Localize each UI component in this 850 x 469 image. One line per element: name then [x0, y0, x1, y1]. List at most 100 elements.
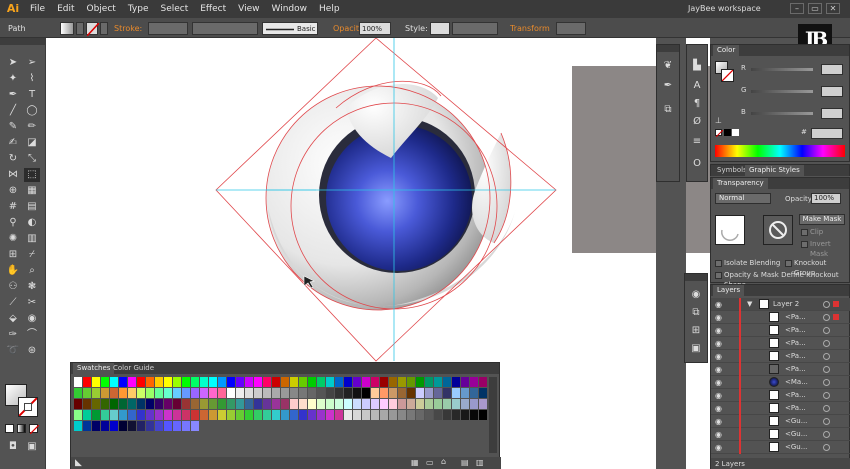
tools-panel-header[interactable]	[0, 38, 46, 45]
none-mode-button[interactable]	[29, 424, 39, 434]
invert-mask-checkbox[interactable]	[801, 241, 808, 248]
swatch[interactable]	[227, 377, 235, 387]
swatch[interactable]	[173, 377, 181, 387]
swatch[interactable]	[137, 410, 145, 420]
layer-row[interactable]: ◉ <Gu...	[711, 441, 850, 454]
swatch[interactable]	[218, 399, 226, 409]
appearance-panel-icon[interactable]: ▙	[690, 59, 704, 73]
swatch[interactable]	[146, 388, 154, 398]
color-group-icon[interactable]: ⌂	[441, 457, 446, 466]
swatch[interactable]	[254, 410, 262, 420]
puppet-tool-icon[interactable]: ⚇	[5, 280, 21, 294]
swatch[interactable]	[191, 399, 199, 409]
live-paint-tool-icon[interactable]: ⬙	[5, 312, 21, 326]
swatch[interactable]	[83, 421, 91, 431]
perspective-grid-tool-icon[interactable]: ▦	[24, 184, 40, 198]
swatch[interactable]	[83, 410, 91, 420]
hand-tool-icon[interactable]: ✋	[5, 264, 21, 278]
eye-icon[interactable]: ◉	[715, 378, 724, 387]
swatch[interactable]	[137, 377, 145, 387]
menu-help[interactable]: Help	[313, 0, 346, 18]
layer-row[interactable]: ◉ <Pa...	[711, 324, 850, 337]
swatch[interactable]	[380, 388, 388, 398]
swatch[interactable]	[155, 410, 163, 420]
swatch[interactable]	[308, 388, 316, 398]
swatch[interactable]	[479, 410, 487, 420]
swatch[interactable]	[191, 388, 199, 398]
swatch[interactable]	[236, 399, 244, 409]
swatch[interactable]	[380, 399, 388, 409]
stroke-dropdown[interactable]	[100, 22, 108, 35]
swatch[interactable]	[137, 421, 145, 431]
swatch[interactable]	[461, 410, 469, 420]
symbol-sprayer-tool-icon[interactable]: ✺	[5, 232, 21, 246]
swatch[interactable]	[191, 421, 199, 431]
swatch[interactable]	[227, 388, 235, 398]
swatch[interactable]	[299, 388, 307, 398]
swatch[interactable]	[416, 399, 424, 409]
swatch[interactable]	[101, 410, 109, 420]
swatch[interactable]	[452, 410, 460, 420]
swatch[interactable]	[110, 388, 118, 398]
swatch[interactable]	[209, 410, 217, 420]
swatch[interactable]	[461, 377, 469, 387]
swatch[interactable]	[155, 421, 163, 431]
style-swatch[interactable]	[430, 22, 450, 35]
gradient-tool-icon[interactable]: ▤	[24, 200, 40, 214]
rotate-tool-icon[interactable]: ↻	[5, 152, 21, 166]
pencil-tool-icon[interactable]: ✏	[24, 120, 40, 134]
menu-window[interactable]: Window	[266, 0, 314, 18]
swatch[interactable]	[155, 388, 163, 398]
eye-icon[interactable]: ◉	[715, 391, 724, 400]
swatch[interactable]	[173, 399, 181, 409]
swatch[interactable]	[254, 399, 262, 409]
swatch[interactable]	[209, 377, 217, 387]
smooth-tool-icon[interactable]: ⌒	[24, 328, 40, 342]
swatch[interactable]	[164, 421, 172, 431]
swatch[interactable]	[281, 399, 289, 409]
swatch[interactable]	[92, 388, 100, 398]
close-button[interactable]: ✕	[826, 3, 840, 14]
swatch[interactable]	[128, 421, 136, 431]
menu-select[interactable]: Select	[154, 0, 194, 18]
transform-link[interactable]: Transform	[510, 22, 550, 35]
swatch[interactable]	[164, 388, 172, 398]
swatch[interactable]	[164, 377, 172, 387]
warp-tool-icon[interactable]: ❃	[24, 280, 40, 294]
tab-transparency[interactable]: Transparency	[713, 178, 768, 189]
swatch[interactable]	[110, 399, 118, 409]
swatch[interactable]	[434, 377, 442, 387]
swatch[interactable]	[371, 388, 379, 398]
fill-dropdown[interactable]	[76, 22, 84, 35]
target-icon[interactable]	[823, 353, 830, 360]
swatch[interactable]	[317, 399, 325, 409]
swatch[interactable]	[290, 399, 298, 409]
swatch[interactable]	[353, 399, 361, 409]
swatch[interactable]	[326, 388, 334, 398]
layer-row[interactable]: ◉ <Pa...	[711, 311, 850, 324]
glyph-panel-icon[interactable]: Ø	[690, 115, 704, 129]
layer-row[interactable]: ◉ <Ma...	[711, 376, 850, 389]
layer-row-layer2[interactable]: ◉ ▼ Layer 2	[711, 298, 850, 311]
color-g-slider[interactable]	[751, 90, 813, 93]
swatch[interactable]	[362, 410, 370, 420]
swatch[interactable]	[245, 410, 253, 420]
swatch[interactable]	[407, 377, 415, 387]
pucker-tool-icon[interactable]: ⊛	[24, 344, 40, 358]
blob-brush-tool-icon[interactable]: ✍	[5, 136, 21, 150]
swatch-library-icon[interactable]: ◣	[75, 458, 82, 468]
swatch[interactable]	[317, 377, 325, 387]
swatch[interactable]	[128, 388, 136, 398]
swatch[interactable]	[335, 410, 343, 420]
opacity-mask-define-checkbox[interactable]	[715, 272, 722, 279]
layer-row[interactable]: ◉ <Pa...	[711, 337, 850, 350]
swatch[interactable]	[155, 399, 163, 409]
swatch[interactable]	[137, 388, 145, 398]
swatch[interactable]	[200, 377, 208, 387]
minimize-button[interactable]: –	[790, 3, 804, 14]
swatches-scrollbar[interactable]	[489, 377, 497, 453]
swatch[interactable]	[146, 399, 154, 409]
swatch[interactable]	[389, 399, 397, 409]
blend-tool-icon[interactable]: ◐	[24, 216, 40, 230]
swatch[interactable]	[101, 388, 109, 398]
